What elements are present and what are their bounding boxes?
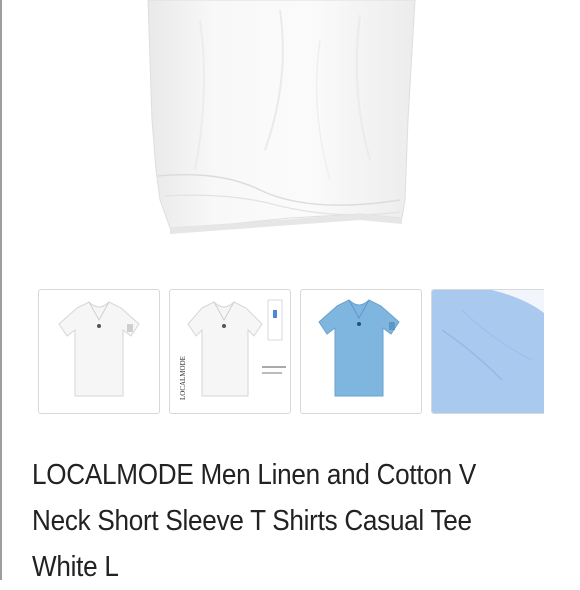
main-product-image[interactable] [60,0,520,262]
white-shirt-hem-image [147,0,416,234]
thumbnail-blue-shirt[interactable] [300,289,422,414]
product-title: LOCALMODE Men Linen and Cotton V Neck Sh… [32,459,476,583]
thumbnail-white-shirt-front[interactable] [38,289,160,414]
thumbnail-blue-fabric[interactable] [431,289,544,414]
blue-shirt-icon [318,299,400,397]
tag-brand-text: LOCALMODE [179,356,187,400]
thumbnail-strip: LOCALMODE [36,289,544,417]
white-shirt-icon [58,301,140,397]
scroll-edge [0,0,2,580]
product-page: LOCALMODE LOCALMODE Men Linen and Cotton… [0,0,580,583]
white-shirt-with-tag-icon: LOCALMODE [179,299,286,400]
blue-fabric-closeup-icon [432,290,544,413]
thumbnail-white-shirt-tag[interactable]: LOCALMODE [169,289,291,414]
